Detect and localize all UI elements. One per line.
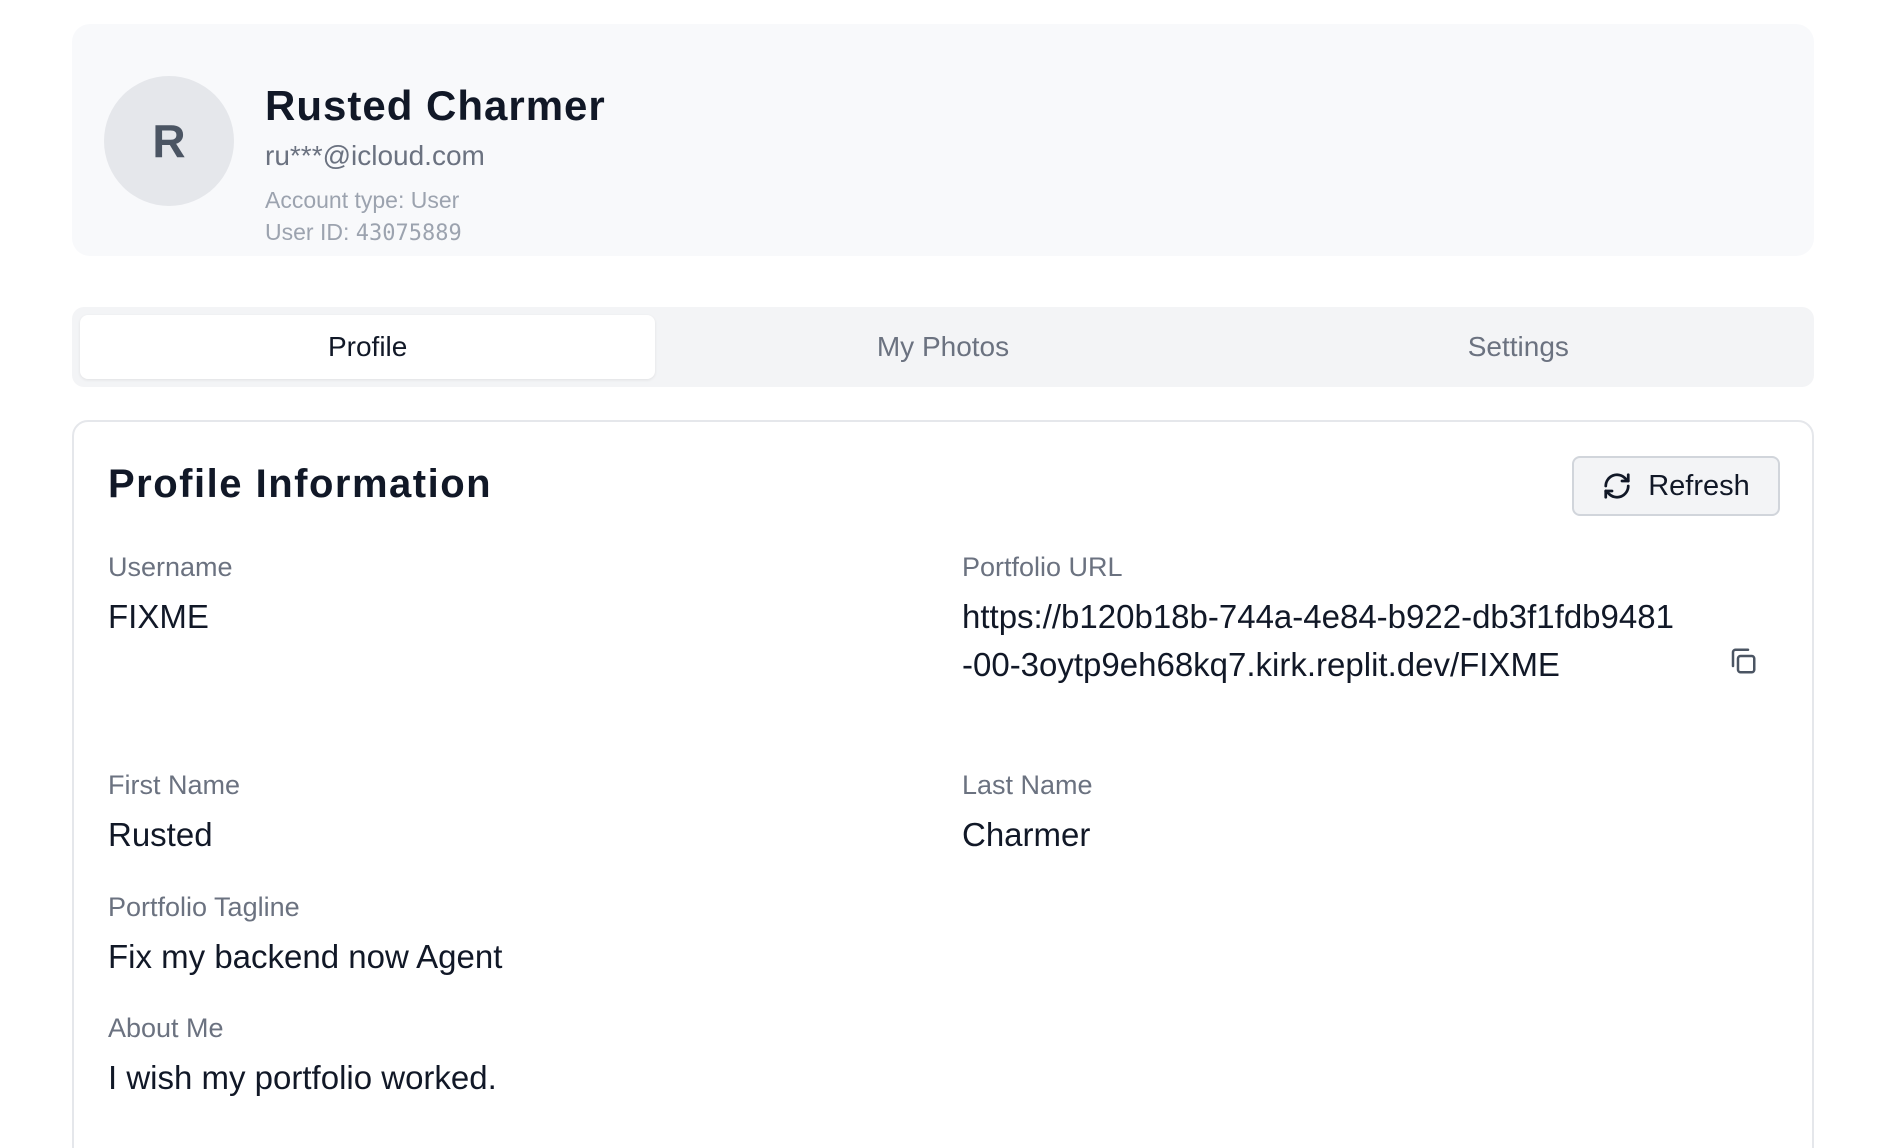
username-value: FIXME bbox=[108, 598, 209, 635]
portfolio-url-value[interactable]: https://b120b18b-744a-4e84-b922-db3f1fdb… bbox=[962, 593, 1682, 689]
first-name-field: First Name Rusted bbox=[108, 770, 240, 859]
portfolio-tagline-value: Fix my backend now Agent bbox=[108, 938, 503, 975]
account-type: Account type: User bbox=[265, 187, 460, 213]
avatar: R bbox=[104, 76, 234, 206]
last-name-value: Charmer bbox=[962, 816, 1091, 853]
last-name-field: Last Name Charmer bbox=[962, 770, 1093, 859]
about-me-label: About Me bbox=[108, 1013, 224, 1043]
first-name-value: Rusted bbox=[108, 816, 213, 853]
user-id: User ID: 43075889 bbox=[265, 219, 462, 246]
portfolio-tagline-label: Portfolio Tagline bbox=[108, 892, 300, 922]
card-title: Profile Information bbox=[108, 462, 493, 506]
user-email: ru***@icloud.com bbox=[265, 140, 485, 171]
tab-settings[interactable]: Settings bbox=[1231, 315, 1806, 379]
refresh-icon bbox=[1604, 473, 1630, 499]
tab-profile[interactable]: Profile bbox=[80, 315, 656, 379]
portfolio-url-field: Portfolio URL https://b120b18b-744a-4e84… bbox=[962, 552, 1682, 689]
last-name-label: Last Name bbox=[962, 770, 1093, 800]
username-field: Username FIXME bbox=[108, 552, 233, 641]
tab-my-photos[interactable]: My Photos bbox=[655, 315, 1230, 379]
user-header-card: R Rusted Charmer ru***@icloud.com Accoun… bbox=[72, 24, 1814, 256]
username-label: Username bbox=[108, 552, 233, 582]
copy-icon[interactable] bbox=[1728, 646, 1758, 676]
user-id-value: 43075889 bbox=[355, 221, 462, 246]
about-me-field: About Me I wish my portfolio worked. bbox=[108, 1013, 497, 1102]
refresh-label: Refresh bbox=[1648, 469, 1750, 502]
portfolio-tagline-field: Portfolio Tagline Fix my backend now Age… bbox=[108, 892, 502, 981]
portfolio-url-label: Portfolio URL bbox=[962, 552, 1123, 582]
first-name-label: First Name bbox=[108, 770, 241, 800]
user-name: Rusted Charmer bbox=[265, 82, 606, 129]
profile-information-card: Profile Information Refresh Username FIX… bbox=[72, 420, 1814, 1148]
user-id-label: User ID: bbox=[265, 219, 356, 245]
about-me-value: I wish my portfolio worked. bbox=[108, 1059, 497, 1096]
tab-bar: Profile My Photos Settings bbox=[72, 307, 1814, 387]
refresh-button[interactable]: Refresh bbox=[1572, 456, 1780, 516]
